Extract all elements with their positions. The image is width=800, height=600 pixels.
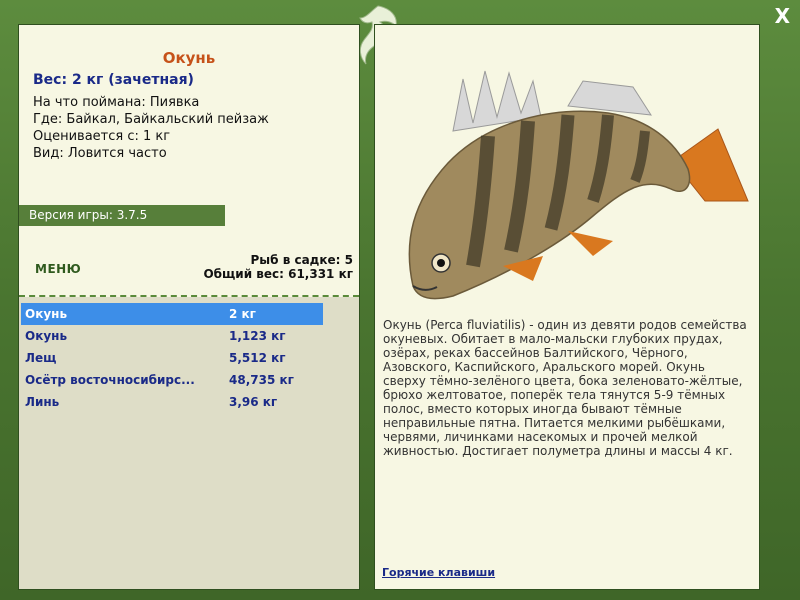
catch-fish-name: Лещ bbox=[25, 351, 57, 365]
catch-fish-name: Линь bbox=[25, 395, 60, 409]
catch-fish-weight: 1,123 кг bbox=[229, 329, 286, 343]
catch-fish-name: Окунь bbox=[25, 307, 68, 321]
cage-count: Рыб в садке: 5 bbox=[250, 253, 354, 267]
catch-info-panel: Окунь Вес: 2 кг (зачетная) На что пойман… bbox=[18, 24, 360, 590]
fish-rated-from: Оценивается с: 1 кг bbox=[33, 129, 171, 144]
catch-fish-name: Окунь bbox=[25, 329, 68, 343]
fish-description: Окунь (Perca fluviatilis) - один из девя… bbox=[383, 318, 747, 458]
perch-image bbox=[408, 70, 749, 300]
catch-fish-weight: 2 кг bbox=[229, 307, 256, 321]
divider bbox=[19, 295, 359, 297]
catch-fish-weight: 5,512 кг bbox=[229, 351, 286, 365]
catch-fish-weight: 48,735 кг bbox=[229, 373, 294, 387]
catch-fish-name: Осётр восточносибирс... bbox=[25, 373, 195, 387]
fish-bait: На что поймана: Пиявка bbox=[33, 95, 200, 110]
fish-detail-panel: Окунь (Perca fluviatilis) - один из девя… bbox=[374, 24, 760, 590]
app-window: X Окунь Вес: 2 кг (зачетная) На что пойм… bbox=[0, 0, 800, 600]
table-row[interactable]: Окунь 1,123 кг bbox=[21, 325, 323, 347]
cage-total-weight: Общий вес: 61,331 кг bbox=[203, 267, 353, 281]
fish-weight: Вес: 2 кг (зачетная) bbox=[33, 72, 194, 88]
table-row[interactable]: Осётр восточносибирс... 48,735 кг bbox=[21, 369, 323, 391]
fish-kind: Вид: Ловится часто bbox=[33, 146, 167, 161]
catch-list: Окунь 2 кг Окунь 1,123 кг Лещ 5,512 кг Осётр в… bbox=[21, 303, 323, 413]
catch-fish-weight: 3,96 кг bbox=[229, 395, 278, 409]
table-row[interactable]: Окунь 2 кг bbox=[21, 303, 323, 325]
table-row[interactable]: Лещ 5,512 кг bbox=[21, 347, 323, 369]
close-button[interactable]: X bbox=[775, 4, 790, 28]
cage-summary: Рыб в садке: 5 Общий вес: 61,331 кг bbox=[203, 253, 353, 281]
menu-button[interactable]: МЕНЮ bbox=[35, 262, 81, 276]
table-row[interactable]: Линь 3,96 кг bbox=[21, 391, 323, 413]
game-version: Версия игры: 3.7.5 bbox=[19, 205, 225, 226]
hotkeys-link[interactable]: Горячие клавиши bbox=[382, 566, 495, 579]
fish-title: Окунь bbox=[162, 49, 216, 67]
fish-location: Где: Байкал, Байкальский пейзаж bbox=[33, 112, 269, 127]
